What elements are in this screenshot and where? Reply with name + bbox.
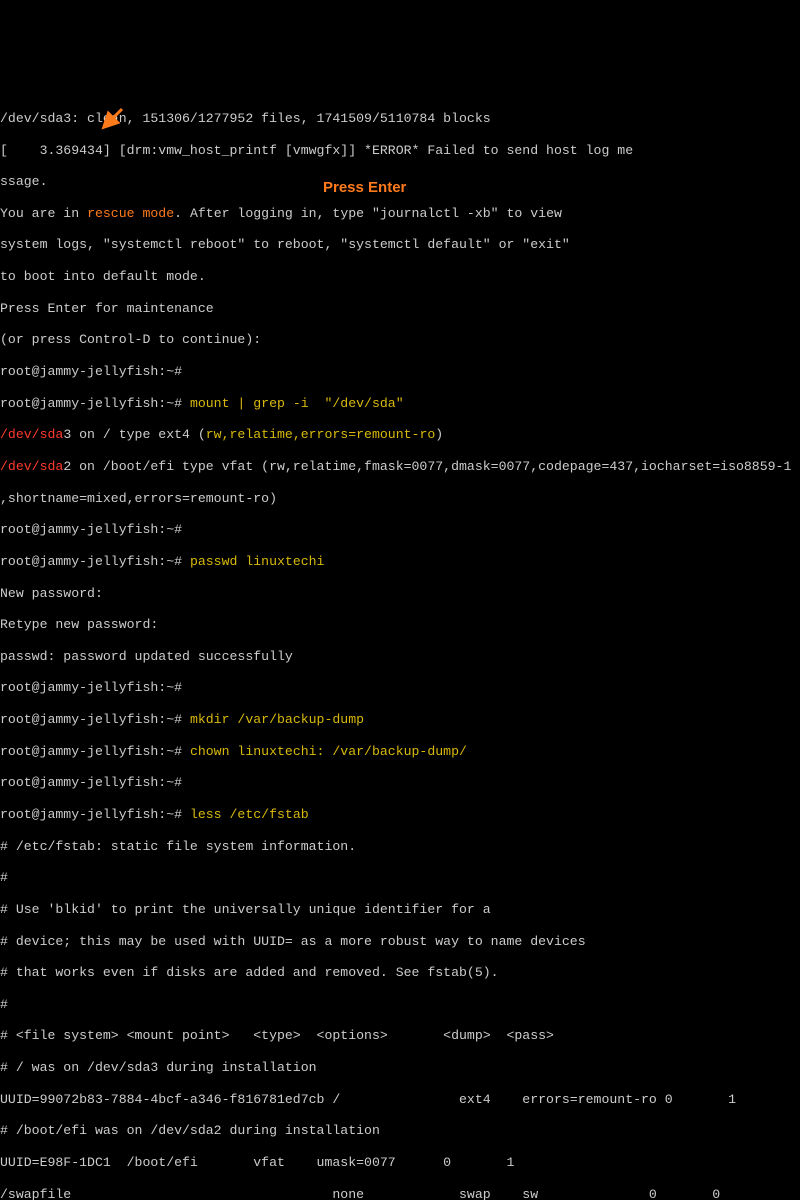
mount-output-sda3-opts: rw,relatime,errors=remount-ro <box>206 427 436 442</box>
cmd-mkdir: mkdir /var/backup-dump <box>190 712 364 727</box>
annotation-press-enter: Press Enter <box>323 179 406 197</box>
rescue-mode-highlight: rescue mode <box>87 206 174 221</box>
shell-prompt[interactable]: root@jammy-jellyfish:~# <box>0 680 190 695</box>
fstab-line: # Use 'blkid' to print the universally u… <box>0 902 491 917</box>
boot-drm-error-line2: ssage. <box>0 174 47 189</box>
shell-prompt[interactable]: root@jammy-jellyfish:~# <box>0 364 190 379</box>
rescue-mode-line3: to boot into default mode. <box>0 269 206 284</box>
rescue-mode-line: You are in <box>0 206 87 221</box>
fstab-efi-comment: # /boot/efi was on /dev/sda2 during inst… <box>0 1123 380 1138</box>
fstab-root-comment: # / was on /dev/sda3 during installation <box>0 1060 317 1075</box>
mount-output-sda2: 2 on /boot/efi type vfat (rw,relatime,fm… <box>63 459 791 474</box>
fstab-efi-entry: UUID=E98F-1DC1 /boot/efi vfat umask=0077… <box>0 1155 514 1170</box>
passwd-success: passwd: password updated successfully <box>0 649 293 664</box>
rescue-mode-line2: system logs, "systemctl reboot" to reboo… <box>0 237 570 252</box>
mount-output-sda3-close: ) <box>435 427 443 442</box>
boot-fsck-line: /dev/sda3: clean, 151306/1277952 files, … <box>0 111 491 126</box>
shell-prompt[interactable]: root@jammy-jellyfish:~# <box>0 554 190 569</box>
passwd-retype: Retype new password: <box>0 617 158 632</box>
control-d-line: (or press Control-D to continue): <box>0 332 269 347</box>
mount-output-sda3-dev: /dev/sda <box>0 427 63 442</box>
cmd-mount: mount | grep -i "/dev/sda" <box>190 396 404 411</box>
fstab-line: # <box>0 997 8 1012</box>
cmd-less: less /etc/fstab <box>190 807 309 822</box>
passwd-new: New password: <box>0 586 103 601</box>
shell-prompt[interactable]: root@jammy-jellyfish:~# <box>0 775 190 790</box>
fstab-line: # device; this may be used with UUID= as… <box>0 934 586 949</box>
shell-prompt[interactable]: root@jammy-jellyfish:~# <box>0 396 190 411</box>
mount-output-sda2-dev: /dev/sda <box>0 459 63 474</box>
fstab-columns: # <file system> <mount point> <type> <op… <box>0 1028 554 1043</box>
cmd-chown: chown linuxtechi: /var/backup-dump/ <box>190 744 467 759</box>
fstab-header: # /etc/fstab: static file system informa… <box>0 839 356 854</box>
shell-prompt[interactable]: root@jammy-jellyfish:~# <box>0 744 190 759</box>
fstab-root-entry: UUID=99072b83-7884-4bcf-a346-f816781ed7c… <box>0 1092 736 1107</box>
fstab-line: # that works even if disks are added and… <box>0 965 499 980</box>
mount-output-sda2-cont: ,shortname=mixed,errors=remount-ro) <box>0 491 277 506</box>
mount-output-sda3: 3 on / type ext4 ( <box>63 427 205 442</box>
shell-prompt[interactable]: root@jammy-jellyfish:~# <box>0 522 190 537</box>
fstab-swap-entry: /swapfile none swap sw 0 0 <box>0 1187 720 1200</box>
terminal[interactable]: Press Enter /dev/sda3: clean, 151306/127… <box>0 63 800 663</box>
press-enter-line: Press Enter for maintenance <box>0 301 214 316</box>
fstab-line: # <box>0 870 8 885</box>
rescue-mode-line-cont: . After logging in, type "journalctl -xb… <box>174 206 562 221</box>
shell-prompt[interactable]: root@jammy-jellyfish:~# <box>0 712 190 727</box>
boot-drm-error-line: [ 3.369434] [drm:vmw_host_printf [vmwgfx… <box>0 143 633 158</box>
shell-prompt[interactable]: root@jammy-jellyfish:~# <box>0 807 190 822</box>
cmd-passwd: passwd linuxtechi <box>190 554 325 569</box>
